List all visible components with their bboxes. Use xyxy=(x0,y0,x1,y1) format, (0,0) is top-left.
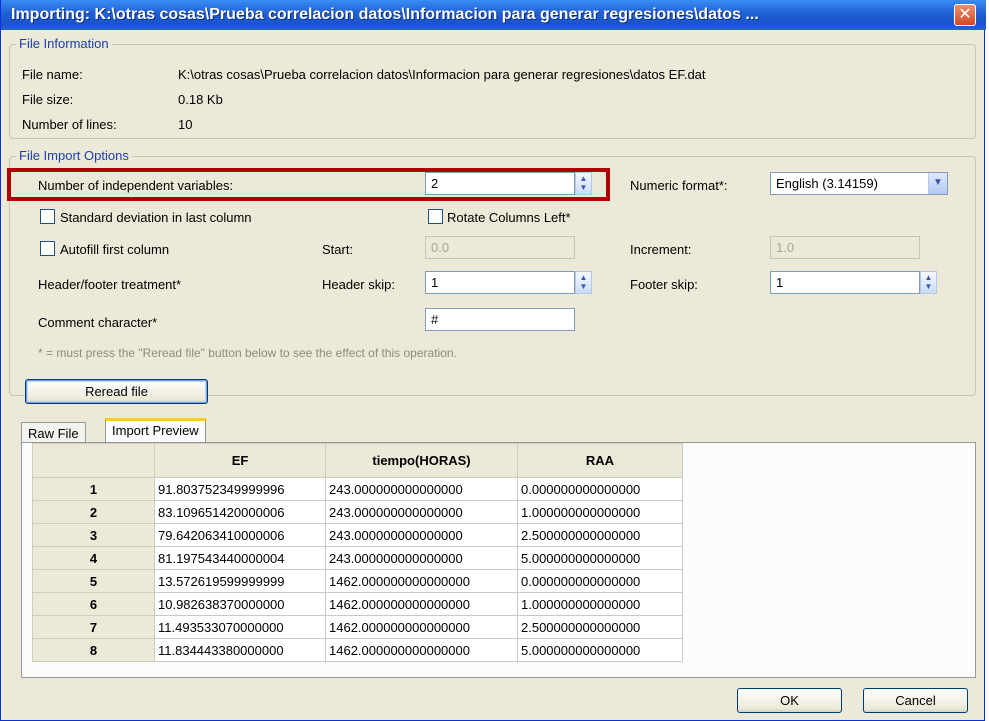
increment-label: Increment: xyxy=(630,242,692,257)
numeric-format-value: English (3.14159) xyxy=(776,176,878,191)
file-information-legend: File Information xyxy=(16,36,112,51)
file-size-value: 0.18 Kb xyxy=(178,92,223,107)
comment-character-input[interactable]: # xyxy=(425,308,575,331)
autofill-checkbox[interactable] xyxy=(40,241,55,256)
number-of-lines-label: Number of lines: xyxy=(22,117,117,132)
cell-raa[interactable]: 5.000000000000000 xyxy=(517,638,683,662)
cell-raa[interactable]: 2.500000000000000 xyxy=(517,523,683,547)
rotate-columns-label: Rotate Columns Left* xyxy=(447,210,571,225)
cell-raa[interactable]: 0.000000000000000 xyxy=(517,569,683,593)
table-row[interactable]: 6 10.982638370000000 1462.00000000000000… xyxy=(32,592,683,616)
row-number: 2 xyxy=(32,500,155,524)
row-number: 6 xyxy=(32,592,155,616)
import-options-legend: File Import Options xyxy=(16,148,132,163)
row-number: 4 xyxy=(32,546,155,570)
table-row[interactable]: 3 79.642063410000006 243.000000000000000… xyxy=(32,523,683,547)
header-skip-input[interactable]: 1 xyxy=(425,271,575,294)
reread-note: * = must press the "Reread file" button … xyxy=(38,346,457,360)
cell-tiempo[interactable]: 243.000000000000000 xyxy=(325,477,518,501)
ok-button[interactable]: OK xyxy=(737,688,842,713)
table-row[interactable]: 1 91.803752349999996 243.000000000000000… xyxy=(32,477,683,501)
footer-skip-label: Footer skip: xyxy=(630,277,698,292)
numeric-format-label: Numeric format*: xyxy=(630,178,728,193)
table-row[interactable]: 2 83.109651420000006 243.000000000000000… xyxy=(32,500,683,524)
table-row[interactable]: 5 13.572619599999999 1462.00000000000000… xyxy=(32,569,683,593)
table-corner-cell xyxy=(32,443,155,478)
std-dev-label: Standard deviation in last column xyxy=(60,210,252,225)
file-size-label: File size: xyxy=(22,92,74,107)
row-number: 5 xyxy=(32,569,155,593)
title-bar: Importing: K:\otras cosas\Prueba correla… xyxy=(1,0,986,30)
header-skip-spinner[interactable]: ▲ ▼ xyxy=(575,271,592,294)
std-dev-checkbox[interactable] xyxy=(40,209,55,224)
number-of-lines-value: 10 xyxy=(178,117,193,132)
cell-ef[interactable]: 91.803752349999996 xyxy=(154,477,326,501)
autofill-label: Autofill first column xyxy=(60,242,170,257)
file-name-value: K:\otras cosas\Prueba correlacion datos\… xyxy=(178,67,706,82)
cell-tiempo[interactable]: 243.000000000000000 xyxy=(325,523,518,547)
cell-raa[interactable]: 1.000000000000000 xyxy=(517,500,683,524)
import-dialog: Importing: K:\otras cosas\Prueba correla… xyxy=(0,0,986,721)
column-header-tiempo[interactable]: tiempo(HORAS) xyxy=(325,443,518,478)
cell-ef[interactable]: 81.197543440000004 xyxy=(154,546,326,570)
cell-raa[interactable]: 0.000000000000000 xyxy=(517,477,683,501)
cell-ef[interactable]: 11.834443380000000 xyxy=(154,638,326,662)
row-number: 8 xyxy=(32,638,155,662)
tab-import-preview[interactable]: Import Preview xyxy=(105,418,206,444)
row-number: 7 xyxy=(32,615,155,639)
dialog-body: File Information File name: K:\otras cos… xyxy=(5,30,982,717)
row-number: 3 xyxy=(32,523,155,547)
close-icon[interactable]: ✕ xyxy=(954,4,976,26)
cell-ef[interactable]: 83.109651420000006 xyxy=(154,500,326,524)
table-row[interactable]: 4 81.197543440000004 243.000000000000000… xyxy=(32,546,683,570)
chevron-down-icon[interactable]: ▼ xyxy=(928,173,947,194)
start-label: Start: xyxy=(322,242,354,257)
cell-raa[interactable]: 2.500000000000000 xyxy=(517,615,683,639)
cell-tiempo[interactable]: 1462.000000000000000 xyxy=(325,569,518,593)
tab-raw-file[interactable]: Raw File xyxy=(21,422,86,444)
table-header-row: EF tiempo(HORAS) RAA xyxy=(32,443,683,478)
import-preview-panel: EF tiempo(HORAS) RAA 1 91.80375234999999… xyxy=(21,442,976,678)
cell-tiempo[interactable]: 1462.000000000000000 xyxy=(325,638,518,662)
column-header-raa[interactable]: RAA xyxy=(517,443,683,478)
start-input[interactable]: 0.0 xyxy=(425,236,575,259)
cell-ef[interactable]: 79.642063410000006 xyxy=(154,523,326,547)
cell-ef[interactable]: 10.982638370000000 xyxy=(154,592,326,616)
cell-raa[interactable]: 5.000000000000000 xyxy=(517,546,683,570)
cell-ef[interactable]: 13.572619599999999 xyxy=(154,569,326,593)
window-title: Importing: K:\otras cosas\Prueba correla… xyxy=(11,6,759,23)
table-row[interactable]: 7 11.493533070000000 1462.00000000000000… xyxy=(32,615,683,639)
highlight-box xyxy=(7,168,610,201)
footer-skip-spinner[interactable]: ▲ ▼ xyxy=(920,271,937,294)
cell-tiempo[interactable]: 1462.000000000000000 xyxy=(325,615,518,639)
column-header-ef[interactable]: EF xyxy=(154,443,326,478)
file-name-label: File name: xyxy=(22,67,83,82)
cell-tiempo[interactable]: 243.000000000000000 xyxy=(325,500,518,524)
comment-character-label: Comment character* xyxy=(38,315,158,330)
cell-tiempo[interactable]: 1462.000000000000000 xyxy=(325,592,518,616)
rotate-columns-checkbox[interactable] xyxy=(428,209,443,224)
footer-skip-input[interactable]: 1 xyxy=(770,271,920,294)
header-skip-label: Header skip: xyxy=(322,277,395,292)
cancel-button[interactable]: Cancel xyxy=(863,688,968,713)
increment-input[interactable]: 1.0 xyxy=(770,236,920,259)
row-number: 1 xyxy=(32,477,155,501)
cell-raa[interactable]: 1.000000000000000 xyxy=(517,592,683,616)
file-information-group: File Information File name: K:\otras cos… xyxy=(9,36,976,139)
preview-table: EF tiempo(HORAS) RAA 1 91.80375234999999… xyxy=(32,443,683,662)
header-footer-label: Header/footer treatment* xyxy=(38,277,182,292)
cell-tiempo[interactable]: 243.000000000000000 xyxy=(325,546,518,570)
reread-file-button[interactable]: Reread file xyxy=(25,379,208,404)
numeric-format-select[interactable]: English (3.14159) ▼ xyxy=(770,172,948,195)
cell-ef[interactable]: 11.493533070000000 xyxy=(154,615,326,639)
table-row[interactable]: 8 11.834443380000000 1462.00000000000000… xyxy=(32,638,683,662)
